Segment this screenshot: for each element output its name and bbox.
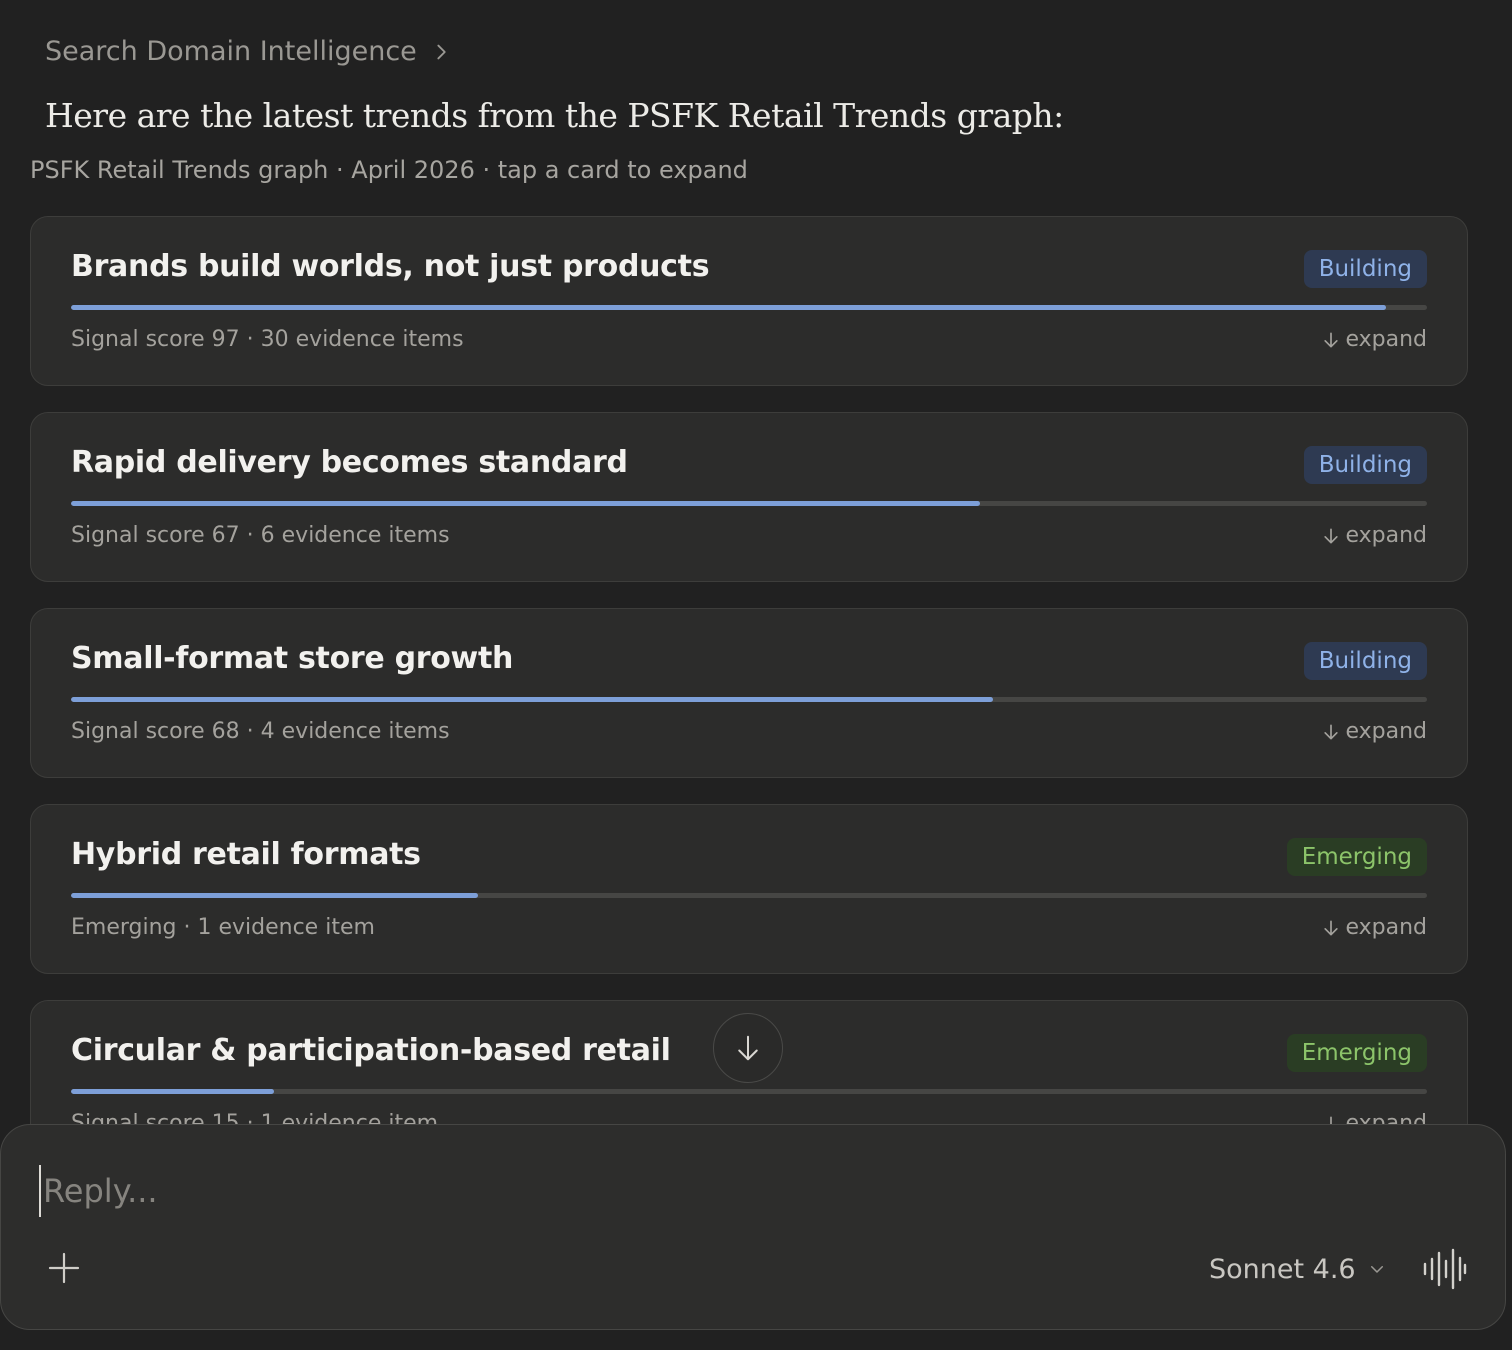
arrow-down-icon: [738, 1035, 758, 1061]
trend-subtitle: Signal score 97 · 30 evidence items: [71, 327, 464, 352]
expand-toggle[interactable]: expand: [1321, 915, 1427, 940]
trend-card[interactable]: Rapid delivery becomes standard Building…: [30, 412, 1468, 582]
status-badge: Building: [1303, 250, 1427, 288]
expand-label: expand: [1345, 327, 1427, 352]
trend-title: Hybrid retail formats: [71, 837, 421, 872]
expand-toggle[interactable]: expand: [1321, 327, 1427, 352]
chevron-down-icon: [1370, 1266, 1383, 1273]
assistant-intro-text: Here are the latest trends from the PSFK…: [45, 96, 1064, 135]
model-name: Sonnet 4.6: [1209, 1253, 1356, 1285]
status-badge: Building: [1303, 642, 1427, 680]
expand-toggle[interactable]: expand: [1321, 719, 1427, 744]
plus-icon[interactable]: [45, 1249, 83, 1287]
trend-card[interactable]: Brands build worlds, not just products B…: [30, 216, 1468, 386]
signal-progress-bar: [71, 893, 1427, 898]
chevron-right-icon: [437, 44, 446, 59]
trend-title: Rapid delivery becomes standard: [71, 445, 628, 480]
signal-progress-fill: [71, 1089, 275, 1094]
scroll-to-bottom-button[interactable]: [713, 1013, 783, 1083]
arrow-down-icon: [1324, 724, 1339, 739]
arrow-down-icon: [1324, 528, 1339, 543]
widget-caption: PSFK Retail Trends graph · April 2026 · …: [30, 156, 748, 184]
expand-label: expand: [1345, 523, 1427, 548]
reply-input[interactable]: [39, 1165, 1445, 1217]
arrow-down-icon: [1324, 920, 1339, 935]
status-badge: Emerging: [1286, 1034, 1427, 1072]
trend-subtitle: Signal score 67 · 6 evidence items: [71, 523, 450, 548]
model-selector[interactable]: Sonnet 4.6: [1209, 1249, 1386, 1289]
signal-progress-bar: [71, 501, 1427, 506]
signal-progress-fill: [71, 697, 994, 702]
breadcrumb[interactable]: Search Domain Intelligence: [45, 36, 453, 67]
status-badge: Building: [1303, 446, 1427, 484]
trend-card[interactable]: Small-format store growth Building Signa…: [30, 608, 1468, 778]
message-composer: Sonnet 4.6: [0, 1124, 1506, 1330]
chat-page: Search Domain Intelligence Here are the …: [0, 0, 1512, 1350]
waveform-icon[interactable]: [1421, 1247, 1467, 1291]
trend-subtitle: Emerging · 1 evidence item: [71, 915, 375, 940]
signal-progress-bar: [71, 305, 1427, 310]
trend-card[interactable]: Hybrid retail formats Emerging Emerging …: [30, 804, 1468, 974]
signal-progress-fill: [71, 305, 1387, 310]
expand-label: expand: [1345, 719, 1427, 744]
trend-title: Small-format store growth: [71, 641, 514, 676]
signal-progress-bar: [71, 697, 1427, 702]
trend-subtitle: Signal score 68 · 4 evidence items: [71, 719, 450, 744]
arrow-down-icon: [1324, 332, 1339, 347]
trend-title: Brands build worlds, not just products: [71, 249, 710, 284]
status-badge: Emerging: [1286, 838, 1427, 876]
signal-progress-fill: [71, 893, 478, 898]
expand-label: expand: [1345, 915, 1427, 940]
breadcrumb-label[interactable]: Search Domain Intelligence: [45, 36, 417, 67]
signal-progress-bar: [71, 1089, 1427, 1094]
signal-progress-fill: [71, 501, 980, 506]
expand-toggle[interactable]: expand: [1321, 523, 1427, 548]
trend-title: Circular & participation-based retail: [71, 1033, 671, 1068]
